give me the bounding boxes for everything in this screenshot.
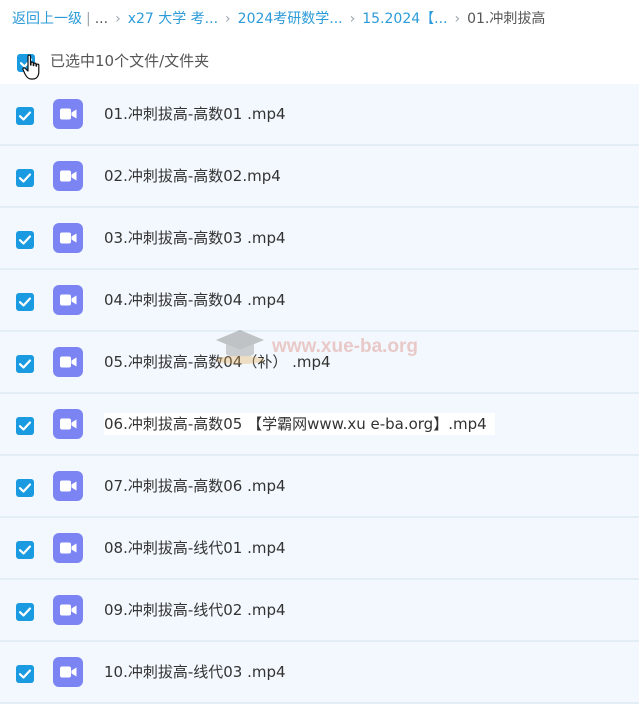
breadcrumb-chevron-icon: ›	[225, 11, 231, 27]
video-camera-icon	[60, 294, 77, 306]
file-checkbox[interactable]	[15, 416, 34, 435]
file-checkbox[interactable]	[15, 354, 34, 373]
video-file-icon	[53, 347, 83, 377]
check-icon	[16, 293, 34, 311]
check-icon	[16, 665, 34, 683]
file-row[interactable]: 01.冲刺拔高-高数01 .mp4	[0, 84, 639, 146]
video-file-icon	[53, 223, 83, 253]
breadcrumb-current: 01.冲刺拔高	[467, 11, 546, 27]
video-file-icon	[53, 471, 83, 501]
check-icon	[16, 479, 34, 497]
file-name[interactable]: 06.冲刺拔高-高数05 【学霸网www.xu e-ba.org】.mp4	[104, 413, 495, 435]
file-name[interactable]: 02.冲刺拔高-高数02.mp4	[104, 165, 281, 187]
file-name[interactable]: 07.冲刺拔高-高数06 .mp4	[104, 475, 286, 497]
check-icon	[16, 107, 34, 125]
file-list: 01.冲刺拔高-高数01 .mp4 02.冲刺拔高-高数02.mp4 03.冲刺拔高…	[0, 84, 639, 704]
video-file-icon	[53, 533, 83, 563]
video-file-icon	[53, 595, 83, 625]
file-row[interactable]: 09.冲刺拔高-线代02 .mp4	[0, 580, 639, 642]
video-camera-icon	[60, 604, 77, 616]
file-name[interactable]: 03.冲刺拔高-高数03 .mp4	[104, 227, 286, 249]
file-name[interactable]: 05.冲刺拔高-高数04（补） .mp4	[104, 351, 331, 373]
video-camera-icon	[60, 480, 77, 492]
file-checkbox[interactable]	[15, 168, 34, 187]
file-checkbox[interactable]	[15, 478, 34, 497]
video-camera-icon	[60, 542, 77, 554]
file-checkbox[interactable]	[15, 602, 34, 621]
file-name[interactable]: 09.冲刺拔高-线代02 .mp4	[104, 599, 286, 621]
file-checkbox[interactable]	[15, 664, 34, 683]
file-name[interactable]: 04.冲刺拔高-高数04 .mp4	[104, 289, 286, 311]
breadcrumb-crumb-2[interactable]: 2024考研数学...	[238, 11, 343, 27]
breadcrumb-ellipsis[interactable]: ...	[95, 11, 108, 27]
breadcrumb-back-link[interactable]: 返回上一级	[12, 11, 82, 27]
check-icon	[16, 603, 34, 621]
file-row[interactable]: 06.冲刺拔高-高数05 【学霸网www.xu e-ba.org】.mp4	[0, 394, 639, 456]
video-camera-icon	[60, 356, 77, 368]
file-checkbox[interactable]	[15, 540, 34, 559]
breadcrumb-crumb-1[interactable]: x27 大学 考...	[128, 11, 218, 27]
breadcrumb-chevron-icon: ›	[349, 11, 356, 27]
file-name[interactable]: 08.冲刺拔高-线代01 .mp4	[104, 537, 286, 559]
breadcrumb-chevron-icon: ›	[115, 11, 121, 27]
file-row[interactable]: 07.冲刺拔高-高数06 .mp4	[0, 456, 639, 518]
video-file-icon	[53, 657, 83, 687]
check-icon	[16, 417, 34, 435]
video-camera-icon	[60, 418, 77, 430]
video-camera-icon	[60, 170, 77, 182]
file-row[interactable]: 08.冲刺拔高-线代01 .mp4	[0, 518, 639, 580]
video-file-icon	[53, 409, 83, 439]
selection-bar: 已选中10个文件/文件夹	[0, 44, 639, 80]
file-checkbox[interactable]	[15, 106, 34, 125]
video-camera-icon	[60, 108, 77, 120]
file-checkbox[interactable]	[15, 292, 34, 311]
file-row[interactable]: 05.冲刺拔高-高数04（补） .mp4	[0, 332, 639, 394]
breadcrumb: 返回上一级 |... › x27 大学 考... › 2024考研数学... › 15.202…	[12, 8, 639, 30]
video-camera-icon	[60, 232, 77, 244]
video-file-icon	[53, 99, 83, 129]
breadcrumb-chevron-icon: ›	[454, 11, 461, 27]
check-icon	[16, 169, 34, 187]
file-name[interactable]: 10.冲刺拔高-线代03 .mp4	[104, 661, 286, 683]
breadcrumb-divider: |	[86, 11, 91, 27]
check-icon	[16, 541, 34, 559]
video-file-icon	[53, 285, 83, 315]
selection-count-label: 已选中10个文件/文件夹	[50, 52, 210, 70]
hand-cursor-icon	[22, 54, 40, 80]
file-checkbox[interactable]	[15, 230, 34, 249]
check-icon	[16, 231, 34, 249]
file-row[interactable]: 03.冲刺拔高-高数03 .mp4	[0, 208, 639, 270]
file-name[interactable]: 01.冲刺拔高-高数01 .mp4	[104, 103, 286, 125]
file-row[interactable]: 04.冲刺拔高-高数04 .mp4	[0, 270, 639, 332]
video-file-icon	[53, 161, 83, 191]
file-row[interactable]: 02.冲刺拔高-高数02.mp4	[0, 146, 639, 208]
breadcrumb-crumb-3[interactable]: 15.2024【...	[362, 11, 447, 27]
video-camera-icon	[60, 666, 77, 678]
file-row[interactable]: 10.冲刺拔高-线代03 .mp4	[0, 642, 639, 704]
check-icon	[16, 355, 34, 373]
